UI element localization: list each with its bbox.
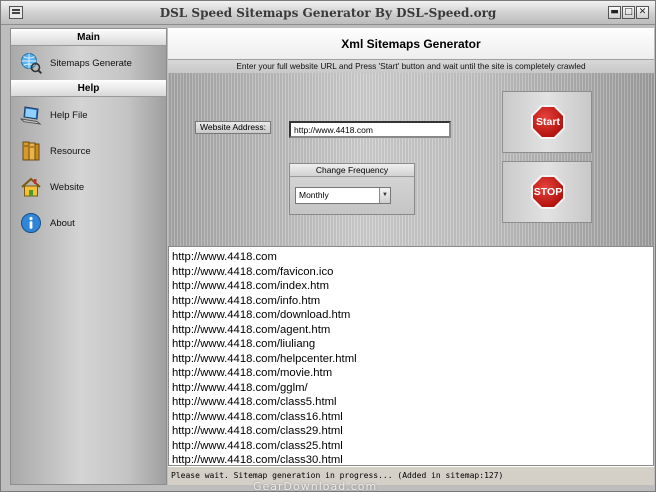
sidebar-item-website[interactable]: Website [11,169,166,205]
change-frequency-label: Change Frequency [290,164,414,177]
sidebar-item-label: Website [50,181,85,193]
house-icon [20,176,42,198]
url-list-item[interactable]: http://www.4418.com/favicon.ico [172,265,653,280]
website-address-input[interactable] [289,121,451,138]
window-title: DSL Speed Sitemaps Generator By DSL-Spee… [159,6,497,20]
url-list-item[interactable]: http://www.4418.com/helpcenter.html [172,352,653,367]
sidebar-header-help: Help [11,80,166,97]
start-button-label: Start [536,116,560,128]
start-button[interactable]: Start [502,91,592,153]
laptop-icon [19,104,42,126]
url-list-item[interactable]: http://www.4418.com/download.htm [172,308,653,323]
sidebar-header-main: Main [11,29,166,46]
url-list-item[interactable]: http://www.4418.com/info.htm [172,294,653,309]
crawled-url-list[interactable]: http://www.4418.com http://www.4418.com/f… [168,246,654,466]
url-list-item[interactable]: http://www.4418.com/class30.html [172,453,653,465]
stop-button[interactable]: STOP [502,161,592,223]
minimize-button[interactable]: ▬ [608,6,621,19]
page-title: Xml Sitemaps Generator [168,28,654,60]
url-list-item[interactable]: http://www.4418.com/class25.html [172,439,653,454]
url-list-item[interactable]: http://www.4418.com [172,250,653,265]
maximize-button[interactable]: □ [622,6,635,19]
stop-sign-icon: Start [531,105,565,139]
app-window: DSL Speed Sitemaps Generator By DSL-Spee… [0,0,656,492]
title-bar: DSL Speed Sitemaps Generator By DSL-Spee… [1,1,655,25]
url-list-item[interactable]: http://www.4418.com/movie.htm [172,366,653,381]
url-list-item[interactable]: http://www.4418.com/liuliang [172,337,653,352]
sidebar-item-label: About [50,217,75,229]
sitemap-globe-icon [20,52,43,75]
sidebar-item-label: Sitemaps Generate [50,57,132,69]
frequency-selected-value: Monthly [299,190,329,200]
website-address-label: Website Address: [195,121,271,134]
sidebar-item-label: Help File [50,109,88,121]
frequency-select[interactable]: Monthly ▼ [295,187,391,204]
url-list-item[interactable]: http://www.4418.com/class5.html [172,395,653,410]
close-button[interactable]: ✕ [636,6,649,19]
change-frequency-group: Change Frequency Monthly ▼ [289,163,415,215]
url-list-item[interactable]: http://www.4418.com/gglm/ [172,381,653,396]
url-list-item[interactable]: http://www.4418.com/agent.htm [172,323,653,338]
settings-panel: Website Address: Change Frequency Monthl… [168,73,654,246]
status-bar: Please wait. Sitemap generation in progr… [168,466,654,485]
sidebar-item-resource[interactable]: Resource [11,133,166,169]
url-list-item[interactable]: http://www.4418.com/class29.html [172,424,653,439]
url-list-item[interactable]: http://www.4418.com/index.htm [172,279,653,294]
stop-button-label: STOP [533,186,563,198]
sidebar-item-sitemaps-generate[interactable]: Sitemaps Generate [11,46,166,80]
watermark: GearDownload.com [253,480,378,492]
chevron-down-icon[interactable]: ▼ [379,188,390,203]
url-list-item[interactable]: http://www.4418.com/class16.html [172,410,653,425]
instructions-text: Enter your full website URL and Press 'S… [168,60,654,73]
main-panel: Xml Sitemaps Generator Enter your full w… [168,28,654,485]
sidebar-item-label: Resource [50,145,91,157]
info-icon [20,212,42,234]
sidebar-item-about[interactable]: About [11,205,166,241]
books-icon [20,140,42,162]
sidebar-item-help-file[interactable]: Help File [11,97,166,133]
stop-sign-icon: STOP [531,175,565,209]
sidebar: Main Sitemaps Generate Help Help File Re… [10,28,167,485]
